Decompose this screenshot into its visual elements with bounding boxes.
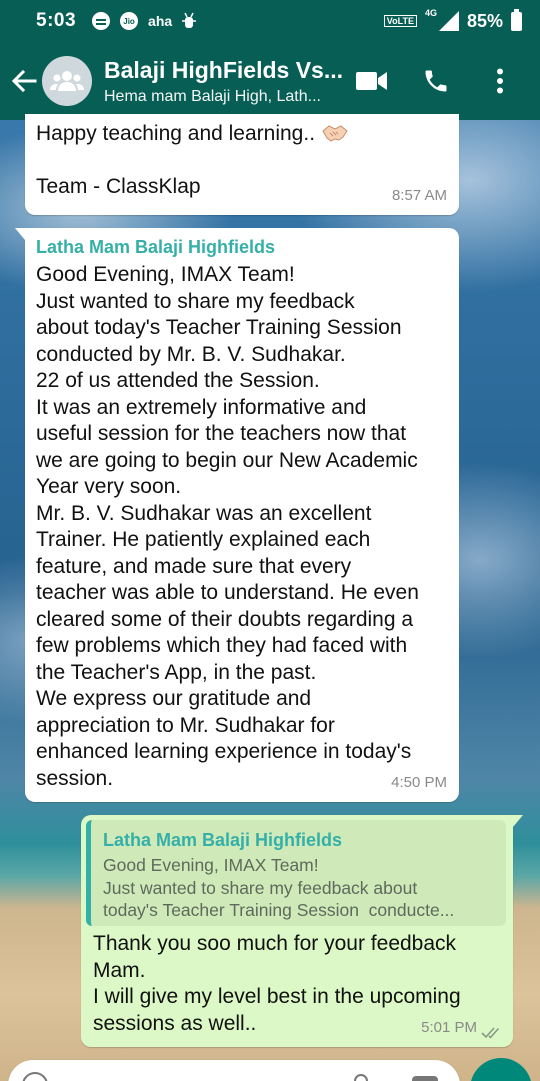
outgoing-message[interactable]: Latha Mam Balaji Highfields Good Evening…: [81, 815, 523, 1047]
signal-icon: [438, 11, 459, 31]
quoted-text: Good Evening, IMAX Team! Just wanted to …: [103, 855, 455, 920]
battery-icon: [511, 8, 522, 31]
more-vert-icon: [497, 68, 503, 94]
status-bar: 5:03 Jio aha VoLTE 4G 85%: [0, 0, 540, 42]
message-text: Happy teaching and learning..: [36, 122, 316, 145]
message-input-bar[interactable]: [8, 1060, 460, 1081]
video-call-button[interactable]: [354, 63, 390, 99]
network-type: 4G: [424, 8, 437, 18]
group-icon: [50, 71, 84, 91]
message-time: 4:50 PM: [391, 773, 447, 791]
emoji-icon[interactable]: [22, 1072, 48, 1081]
incoming-message[interactable]: Latha Mam Balaji Highfields Good Evening…: [15, 228, 459, 802]
sender-name[interactable]: Latha Mam Balaji Highfields: [36, 234, 275, 261]
message-text: Thank you soo much for your feedback Mam…: [93, 932, 461, 1035]
group-avatar[interactable]: [42, 56, 92, 106]
chat-title: Balaji HighFields Vs...: [104, 56, 344, 83]
message-time: 5:01 PM: [421, 1018, 477, 1036]
message-signature: Team - ClassKlap: [36, 175, 201, 198]
bug-notification-icon: [182, 12, 197, 28]
message-text: Good Evening, IMAX Team! Just wanted to …: [36, 263, 419, 790]
jio-icon: Jio: [120, 12, 139, 30]
aha-app-icon: aha: [148, 13, 173, 29]
message-list[interactable]: Happy teaching and learning.. Team - Cla…: [0, 114, 540, 1081]
more-options-button[interactable]: [482, 63, 518, 99]
quoted-sender-name: Latha Mam Balaji Highfields: [103, 830, 343, 850]
battery-percent: 85%: [466, 10, 503, 31]
attachment-icon[interactable]: [354, 1074, 368, 1081]
back-arrow-icon[interactable]: [6, 61, 42, 101]
video-camera-icon: [356, 72, 387, 90]
chat-header: Balaji HighFields Vs... Hema mam Balaji …: [0, 42, 540, 120]
status-time: 5:03: [36, 10, 77, 31]
chat-title-block[interactable]: Balaji HighFields Vs... Hema mam Balaji …: [104, 57, 354, 106]
handshake-emoji-icon: [322, 125, 348, 142]
message-notification-icon: [92, 12, 111, 30]
phone-icon: [425, 70, 447, 92]
quoted-reply[interactable]: Latha Mam Balaji Highfields Good Evening…: [86, 820, 506, 926]
message-line: Happy teaching and learning..: [36, 121, 349, 148]
volte-icon: VoLTE: [383, 15, 417, 27]
camera-icon[interactable]: [412, 1076, 438, 1081]
message-time: 8:57 AM: [391, 186, 447, 204]
chat-participants: Hema mam Balaji High, Lath...: [104, 87, 321, 105]
incoming-message[interactable]: Happy teaching and learning.. Team - Cla…: [25, 114, 459, 215]
voice-call-button[interactable]: [418, 63, 454, 99]
double-check-icon: [481, 1027, 500, 1039]
